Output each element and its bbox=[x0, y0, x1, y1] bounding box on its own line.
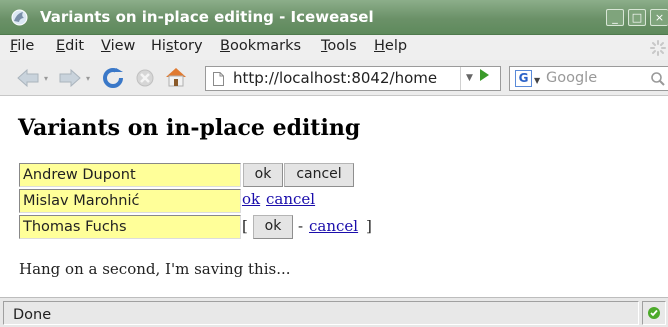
minimize-button[interactable]: _ bbox=[606, 9, 624, 26]
url-bar[interactable]: http://localhost:8042/home ▼ bbox=[205, 66, 501, 91]
menu-help-label: elp bbox=[384, 38, 408, 54]
close-button[interactable]: × bbox=[650, 9, 668, 26]
status-panel: Done bbox=[3, 301, 639, 325]
menu-bookmarks[interactable]: Bookmarks bbox=[220, 38, 301, 54]
close-bracket: ] bbox=[366, 217, 372, 235]
stop-icon[interactable] bbox=[135, 68, 155, 88]
status-icon-panel bbox=[642, 301, 666, 325]
menu-history[interactable]: History bbox=[151, 38, 203, 54]
back-arrow-icon[interactable] bbox=[16, 69, 40, 87]
url-history-dropdown-icon[interactable]: ▼ bbox=[460, 67, 478, 90]
menu-view-mnemonic: V bbox=[101, 38, 111, 54]
menu-file-label: ile bbox=[17, 38, 35, 54]
menu-history-prefix: Hi bbox=[151, 38, 166, 54]
search-bar[interactable]: G ▼ Google bbox=[509, 66, 668, 91]
menu-file[interactable]: File bbox=[10, 38, 34, 54]
window-title: Variants on in-place editing - Iceweasel bbox=[40, 8, 374, 26]
search-engine-icon[interactable]: G bbox=[515, 70, 532, 87]
ok-link[interactable]: ok bbox=[242, 190, 260, 208]
page-content: Variants on in-place editing Andrew Dupo… bbox=[0, 97, 668, 297]
go-arrow-icon[interactable] bbox=[480, 69, 489, 81]
menu-bookmarks-label: ookmarks bbox=[229, 38, 302, 54]
status-text: Done bbox=[13, 307, 52, 323]
status-bar: Done bbox=[0, 297, 668, 327]
saving-message: Hang on a second, I'm saving this... bbox=[19, 260, 291, 278]
menu-tools[interactable]: Tools bbox=[321, 38, 357, 54]
menu-tools-label: ools bbox=[327, 38, 357, 54]
search-input[interactable]: Google bbox=[546, 70, 597, 86]
search-engine-dropdown-icon[interactable]: ▼ bbox=[534, 76, 540, 85]
menu-view[interactable]: View bbox=[101, 38, 135, 54]
editor-input-thomas[interactable]: Thomas Fuchs bbox=[19, 215, 241, 239]
title-bar: Variants on in-place editing - Iceweasel… bbox=[0, 0, 668, 35]
menu-help-mnemonic: H bbox=[374, 38, 385, 54]
menu-history-mnemonic: s bbox=[165, 38, 174, 54]
search-magnifier-icon[interactable] bbox=[650, 71, 666, 87]
page-title: Variants on in-place editing bbox=[18, 115, 361, 141]
menu-bookmarks-mnemonic: B bbox=[220, 38, 230, 54]
ok-button[interactable]: ok bbox=[253, 215, 293, 239]
menu-bar: File Edit View History Bookmarks Tools H… bbox=[0, 35, 668, 60]
cancel-link[interactable]: cancel bbox=[266, 190, 315, 208]
menu-edit[interactable]: Edit bbox=[56, 38, 84, 54]
page-icon bbox=[213, 72, 224, 86]
home-icon[interactable] bbox=[164, 66, 188, 88]
forward-arrow-icon[interactable] bbox=[58, 69, 82, 87]
iceweasel-logo-icon bbox=[11, 9, 28, 26]
editor-input-andrew[interactable]: Andrew Dupont bbox=[19, 163, 241, 187]
menu-edit-mnemonic: E bbox=[56, 38, 66, 54]
secure-check-icon bbox=[648, 307, 660, 319]
url-text[interactable]: http://localhost:8042/home bbox=[233, 69, 437, 87]
menu-history-label: tory bbox=[173, 38, 203, 54]
forward-dropdown-icon[interactable]: ▾ bbox=[86, 74, 90, 83]
cancel-button[interactable]: cancel bbox=[284, 163, 354, 187]
open-bracket: [ bbox=[242, 217, 248, 235]
maximize-button[interactable]: □ bbox=[628, 9, 646, 26]
menu-edit-label: dit bbox=[65, 38, 85, 54]
back-dropdown-icon[interactable]: ▾ bbox=[44, 74, 48, 83]
ok-button[interactable]: ok bbox=[243, 163, 283, 187]
separator-dash: - bbox=[298, 217, 304, 235]
activity-throbber-icon bbox=[650, 40, 666, 56]
reload-icon[interactable] bbox=[102, 67, 124, 89]
editor-input-mislav[interactable]: Mislav Marohnić bbox=[19, 189, 241, 213]
menu-help[interactable]: Help bbox=[374, 38, 407, 54]
navigation-toolbar: ▾ ▾ http://localhost:8042/home ▼ G ▼ Goo… bbox=[0, 60, 668, 96]
cancel-link[interactable]: cancel bbox=[309, 217, 358, 235]
menu-view-label: iew bbox=[110, 38, 136, 54]
